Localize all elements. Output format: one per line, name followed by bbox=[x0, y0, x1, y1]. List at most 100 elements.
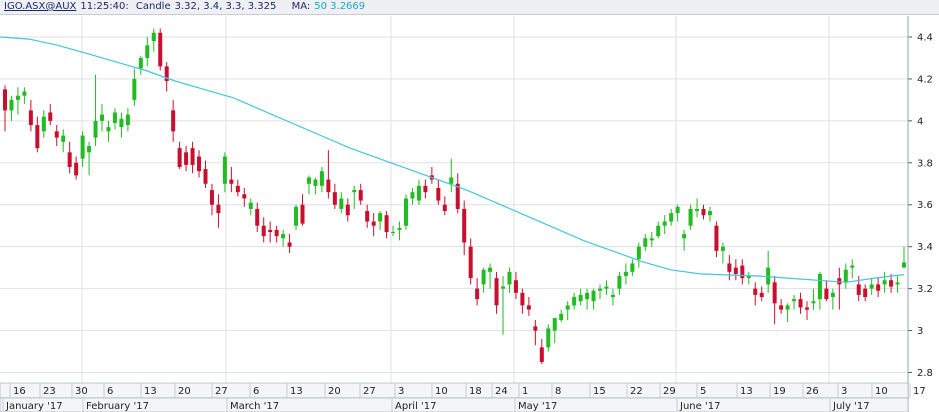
x-tick-label: 17 bbox=[913, 386, 926, 397]
candle-body bbox=[617, 276, 622, 289]
plot-area bbox=[0, 16, 908, 383]
candle-body bbox=[539, 347, 544, 363]
candle-body bbox=[248, 202, 253, 209]
candle-body bbox=[526, 305, 531, 310]
candle-body bbox=[604, 286, 609, 289]
candle-body bbox=[313, 179, 318, 186]
candle-body bbox=[675, 206, 680, 214]
candle-body bbox=[255, 208, 260, 226]
y-tick-label: 4.2 bbox=[917, 74, 933, 85]
candle-body bbox=[416, 185, 421, 201]
y-tick-label: 3 bbox=[917, 326, 923, 337]
x-tick-label: 5 bbox=[700, 386, 706, 397]
y-tick-label: 3.2 bbox=[917, 284, 933, 295]
candle-body bbox=[649, 238, 654, 241]
candle-body bbox=[843, 269, 848, 283]
candle-body bbox=[216, 204, 221, 214]
x-tick-label: 16 bbox=[13, 386, 26, 397]
candle-body bbox=[669, 213, 674, 222]
candle-body bbox=[112, 112, 117, 123]
candle-body bbox=[798, 299, 803, 308]
month-label: April '17 bbox=[395, 401, 437, 412]
candle-body bbox=[274, 229, 279, 237]
candle-body bbox=[507, 271, 512, 285]
candle-body bbox=[229, 179, 234, 184]
candle-body bbox=[442, 204, 447, 212]
x-tick-label: 20 bbox=[328, 386, 341, 397]
candle-body bbox=[87, 146, 92, 153]
candle-body bbox=[785, 305, 790, 310]
x-tick-label: 20 bbox=[178, 386, 191, 397]
x-tick-label: 23 bbox=[43, 386, 56, 397]
candle-body bbox=[811, 301, 816, 304]
candle-body bbox=[100, 114, 105, 121]
candle-body bbox=[306, 177, 311, 184]
candle-body bbox=[319, 171, 324, 186]
candle-body bbox=[488, 267, 493, 272]
candle-body bbox=[578, 294, 583, 302]
candle-body bbox=[552, 317, 557, 331]
candle-body bbox=[513, 280, 518, 293]
candle-body bbox=[591, 290, 596, 302]
candle-body bbox=[830, 292, 835, 298]
candle-body bbox=[197, 156, 202, 172]
candle-body bbox=[824, 288, 829, 300]
x-tick-label: 13 bbox=[290, 386, 303, 397]
candle-body bbox=[856, 284, 861, 295]
candle-body bbox=[682, 234, 687, 239]
candle-body bbox=[93, 120, 98, 138]
month-label: May '17 bbox=[518, 401, 557, 412]
candle-body bbox=[222, 156, 227, 184]
candle-body bbox=[656, 225, 661, 237]
candle-body bbox=[35, 125, 40, 149]
candle-body bbox=[475, 288, 480, 300]
candle-body bbox=[261, 225, 266, 237]
x-axis-day-band bbox=[0, 382, 909, 399]
candle-body bbox=[61, 135, 66, 142]
candle-body bbox=[352, 190, 357, 193]
candle-body bbox=[623, 271, 628, 277]
candle-body bbox=[48, 112, 53, 121]
x-tick-label: 26 bbox=[806, 386, 819, 397]
candlestick-chart[interactable]: 2.833.23.43.63.844.24.416 23 30 6 13 20 27 6 13 2… bbox=[0, 0, 939, 412]
x-tick-label: 27 bbox=[363, 386, 376, 397]
candle-body bbox=[151, 32, 156, 42]
x-tick-label: 1 bbox=[522, 386, 528, 397]
candle-body bbox=[410, 192, 415, 199]
x-tick-label: 3 bbox=[841, 386, 847, 397]
month-label: January '17 bbox=[5, 401, 63, 412]
candle-body bbox=[371, 221, 376, 226]
candle-body bbox=[876, 284, 881, 291]
candle-body bbox=[585, 292, 590, 300]
candle-body bbox=[9, 99, 14, 111]
candle-body bbox=[494, 278, 499, 306]
candle-body bbox=[184, 152, 189, 165]
candle-body bbox=[384, 215, 389, 233]
y-tick-label: 4.4 bbox=[917, 32, 933, 43]
candle-body bbox=[468, 246, 473, 279]
x-tick-label: 18 bbox=[469, 386, 482, 397]
month-label: March '17 bbox=[230, 401, 279, 412]
candle-body bbox=[397, 227, 402, 230]
x-tick-label: 22 bbox=[630, 386, 643, 397]
candle-body bbox=[67, 152, 72, 167]
x-tick-label: 8 bbox=[555, 386, 561, 397]
x-tick-label: 15 bbox=[593, 386, 606, 397]
candle-body bbox=[850, 265, 855, 268]
candle-body bbox=[28, 110, 33, 126]
candle-body bbox=[817, 273, 822, 300]
candle-body bbox=[565, 305, 570, 310]
candle-body bbox=[662, 221, 667, 226]
candle-body bbox=[339, 198, 344, 209]
candle-body bbox=[80, 135, 85, 159]
candle-body bbox=[572, 297, 577, 306]
x-tick-label: 13 bbox=[740, 386, 753, 397]
y-tick-label: 3.6 bbox=[917, 200, 933, 211]
candle-body bbox=[365, 211, 370, 222]
candle-body bbox=[203, 169, 208, 184]
x-tick-label: 6 bbox=[253, 386, 259, 397]
candle-body bbox=[209, 190, 214, 205]
candle-body bbox=[171, 110, 176, 132]
candle-body bbox=[281, 234, 286, 239]
candle-body bbox=[688, 208, 693, 226]
